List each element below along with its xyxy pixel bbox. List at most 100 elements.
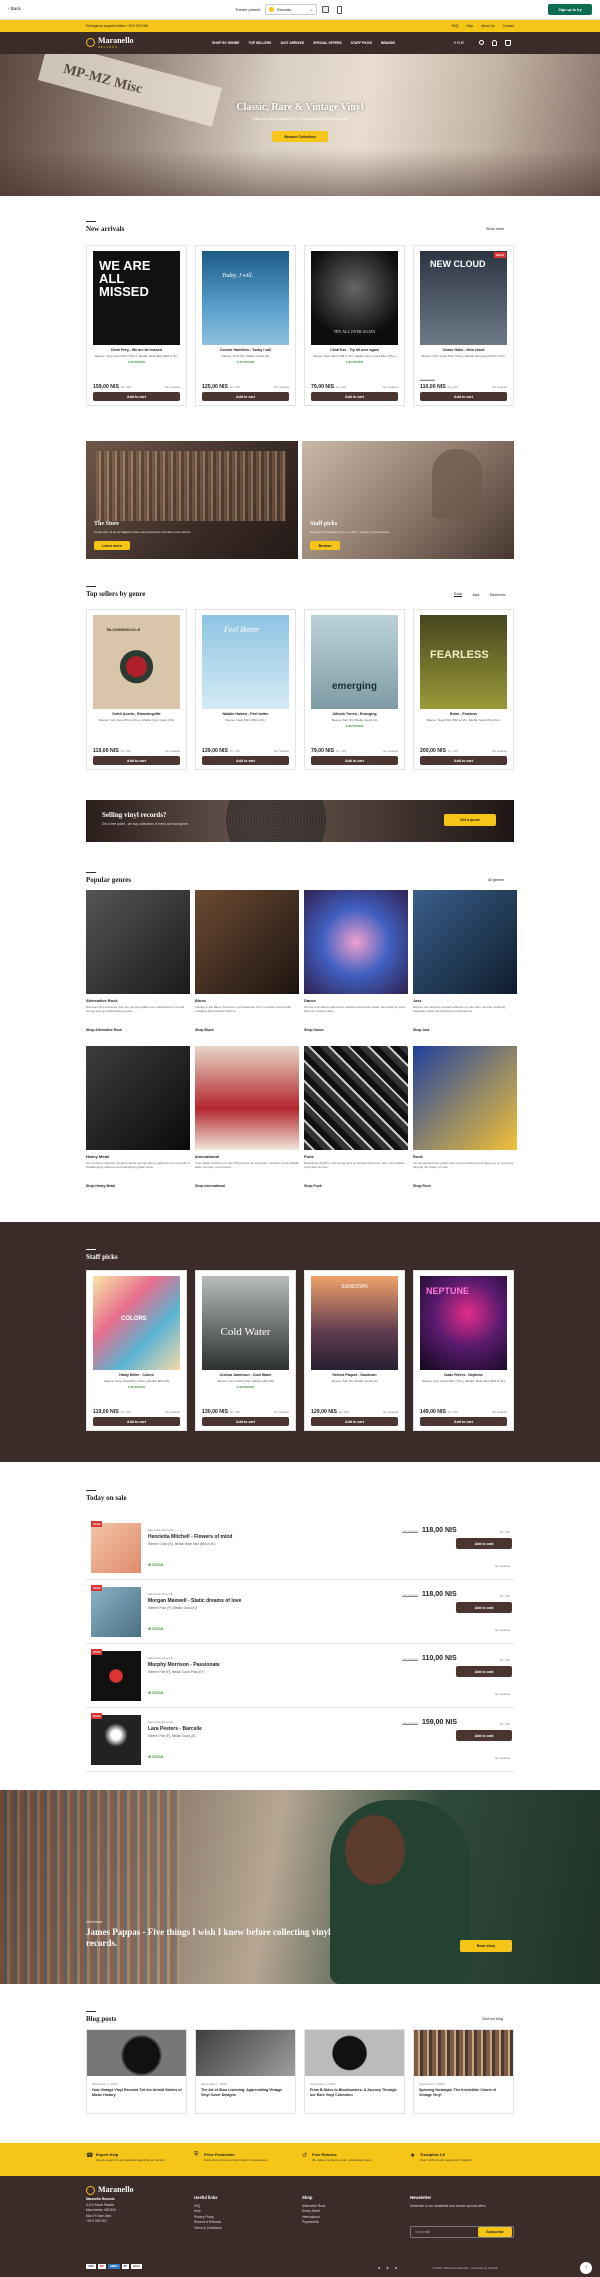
sale-title[interactable]: Morgan Maxwell - Static dreams of love [148, 1598, 241, 1604]
nav-brands[interactable]: BRANDS [381, 41, 395, 45]
currency-selector[interactable]: € EUR [454, 41, 464, 45]
signup-button[interactable]: Sign up to try [548, 4, 592, 15]
genre-name[interactable]: Jazz [413, 998, 421, 1003]
sale-thumbnail[interactable] [91, 1715, 141, 1765]
nav-shop-by-genre[interactable]: SHOP BY GENRE [212, 41, 239, 45]
shop-genre-link[interactable]: Shop Alternative Rock [86, 1028, 122, 1032]
back-link[interactable]: ‹ Back [8, 6, 21, 11]
product-card[interactable]: SUNDOWN Helena Paquet - Sundown Sleeve: Fa… [304, 1270, 405, 1431]
blog-card[interactable]: September 1, 2025 The Art of Slow Listeni… [195, 2029, 296, 2114]
product-card[interactable]: Today, I will. Connor Hamilton - Today I … [195, 245, 296, 406]
instagram-icon[interactable]: ● [386, 2265, 388, 2270]
genre-card[interactable]: Blues Indulge in the Blues. Discover viny… [195, 890, 299, 1040]
product-title[interactable]: Helena Paquet - Sundown [309, 1373, 400, 1377]
product-title[interactable]: Isaac Rivers - Neptune [418, 1373, 509, 1377]
footer-link[interactable]: Terms & Conditions [194, 2226, 222, 2232]
nav-special-offers[interactable]: SPECIAL OFFERS [313, 41, 342, 45]
add-to-cart-button[interactable]: Add to cart [93, 756, 180, 765]
tab-rock[interactable]: Rock [454, 592, 463, 597]
nav-just-arrived[interactable]: JUST ARRIVED [280, 41, 304, 45]
product-card[interactable]: emerging Alfredo Torres - Emerging Sleeve:… [304, 609, 405, 770]
blog-image[interactable] [305, 2030, 404, 2076]
utility-link-help[interactable]: Help [466, 24, 473, 28]
sale-item[interactable]: SALE Maranello Records Murphy Morrison - P… [86, 1644, 514, 1708]
sale-thumbnail[interactable] [91, 1523, 141, 1573]
genre-card[interactable]: Alternative Rock Discover rare treasures … [86, 890, 190, 1040]
blog-title[interactable]: How Vintage Vinyl Records Tell the Untol… [92, 2088, 182, 2098]
add-to-cart-button[interactable]: Add to cart [202, 392, 289, 401]
account-icon[interactable] [492, 40, 497, 46]
facebook-icon[interactable]: ● [378, 2265, 380, 2270]
genre-image[interactable] [86, 890, 190, 994]
get-quote-button[interactable]: Get a quote [444, 814, 496, 826]
album-cover-image[interactable]: BLOOMINGVILLE [93, 615, 180, 709]
blog-image[interactable] [414, 2030, 513, 2076]
shop-genre-link[interactable]: Shop Heavy Metal [86, 1184, 115, 1188]
visit-blog-link[interactable]: Visit our blog [482, 2017, 503, 2021]
genre-card[interactable]: Jazz Explore our carefully curated collec… [413, 890, 517, 1040]
product-title[interactable]: Drew Ferg - We are all missed [91, 348, 182, 352]
album-cover-image[interactable]: Feel Better [202, 615, 289, 709]
album-cover-image[interactable]: emerging [311, 615, 398, 709]
subscribe-button[interactable]: Subscribe [478, 2227, 512, 2237]
product-title[interactable]: Natalie Haisen - Feel better [200, 712, 291, 716]
add-to-cart-button[interactable]: Add to cart [202, 756, 289, 765]
staff-promo-button[interactable]: Browse [310, 541, 340, 550]
sale-item[interactable]: SALE Maranello Records Morgan Maxwell - St… [86, 1580, 514, 1644]
genre-image[interactable] [413, 1046, 517, 1150]
product-title[interactable]: Chidi Eze - Try all over again [309, 348, 400, 352]
tab-jazz[interactable]: Jazz [472, 593, 479, 597]
album-cover-image[interactable]: COLORS [93, 1276, 180, 1370]
scroll-top-icon[interactable]: ↑ [580, 2262, 592, 2274]
add-to-cart-button[interactable]: Add to cart [456, 1602, 512, 1613]
shop-genre-link[interactable]: Shop International [195, 1184, 225, 1188]
genre-image[interactable] [195, 1046, 299, 1150]
genre-name[interactable]: Dance [304, 998, 316, 1003]
product-card[interactable]: COLORS Hasty Miller - Colors Sleeve: Very … [86, 1270, 187, 1431]
genre-image[interactable] [304, 890, 408, 994]
album-cover-image[interactable]: Cold Water [202, 1276, 289, 1370]
shop-genre-link[interactable]: Shop Blues [195, 1028, 214, 1032]
store-learn-more-button[interactable]: Learn more [94, 541, 130, 550]
album-cover-image[interactable]: WE ARE ALL MISSED [93, 251, 180, 345]
album-cover-image[interactable]: SUNDOWN [311, 1276, 398, 1370]
read-story-button[interactable]: Read story [460, 1940, 512, 1952]
genre-image[interactable] [413, 890, 517, 994]
product-card[interactable]: BLOOMINGVILLE Soleil Austin - Bloomingvil… [86, 609, 187, 770]
genre-name[interactable]: Alternative Rock [86, 998, 118, 1003]
newsletter-email-input[interactable]: Your email [411, 2230, 478, 2234]
product-card[interactable]: NEW CLOUD SALE Chase Gallo - New cloud Slee… [413, 245, 514, 406]
blog-image[interactable] [196, 2030, 295, 2076]
add-to-cart-button[interactable]: Add to cart [311, 756, 398, 765]
product-card[interactable]: Feel Better Natalie Haisen - Feel better S… [195, 609, 296, 770]
sale-thumbnail[interactable] [91, 1587, 141, 1637]
add-to-cart-button[interactable]: Add to cart [456, 1538, 512, 1549]
add-to-cart-button[interactable]: Add to cart [456, 1666, 512, 1677]
genre-name[interactable]: Punk [304, 1154, 314, 1159]
youtube-icon[interactable]: ● [395, 2265, 397, 2270]
tab-electronic[interactable]: Electronic [490, 593, 506, 597]
add-to-cart-button[interactable]: Add to cart [311, 1417, 398, 1426]
blog-image[interactable] [87, 2030, 186, 2076]
genre-name[interactable]: International [195, 1154, 219, 1159]
blog-card[interactable]: September 1, 2025 Spinning Nostalgia: The… [413, 2029, 514, 2114]
desktop-view-icon[interactable] [322, 6, 329, 13]
product-title[interactable]: Alfredo Torres - Emerging [309, 712, 400, 716]
sale-thumbnail[interactable] [91, 1651, 141, 1701]
hero-cta-button[interactable]: Browse Collection [272, 131, 328, 142]
add-to-cart-button[interactable]: Add to cart [93, 1417, 180, 1426]
shop-genre-link[interactable]: Shop Jazz [413, 1028, 430, 1032]
product-title[interactable]: Brian - Fearless [418, 712, 509, 716]
genre-image[interactable] [304, 1046, 408, 1150]
footer-link[interactable]: Returns & Refunds [194, 2220, 222, 2226]
theme-preset-select[interactable]: Records ⌄ [265, 4, 317, 15]
genre-card[interactable]: Rock Let the adventurous guitar solos and… [413, 1046, 517, 1196]
album-cover-image[interactable]: TRY ALL OVER AGAIN [311, 251, 398, 345]
sale-title[interactable]: Henrietta Mitchell - Flowers of mind [148, 1534, 232, 1540]
utility-link-faq[interactable]: FAQ [452, 24, 459, 28]
show-more-link[interactable]: Show more [486, 227, 504, 231]
genre-card[interactable]: Dance Groove into classic dancefloor anth… [304, 890, 408, 1040]
blog-title[interactable]: From B-Sides to Blockbusters: A Journey … [310, 2088, 400, 2098]
add-to-cart-button[interactable]: Add to cart [202, 1417, 289, 1426]
genre-name[interactable]: Heavy Metal [86, 1154, 109, 1159]
